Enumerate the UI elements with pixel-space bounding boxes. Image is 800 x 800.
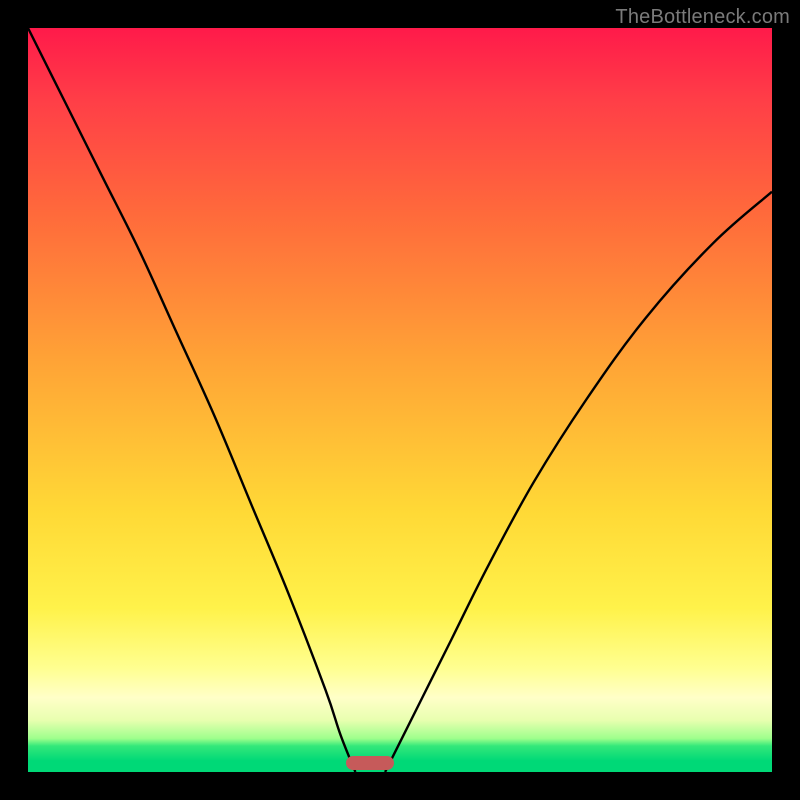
curve-right-branch bbox=[385, 192, 772, 772]
bottleneck-curve bbox=[28, 28, 772, 772]
optimal-marker bbox=[346, 756, 394, 770]
curve-left-branch bbox=[28, 28, 355, 772]
chart-frame bbox=[28, 28, 772, 772]
watermark-text: TheBottleneck.com bbox=[615, 6, 790, 29]
